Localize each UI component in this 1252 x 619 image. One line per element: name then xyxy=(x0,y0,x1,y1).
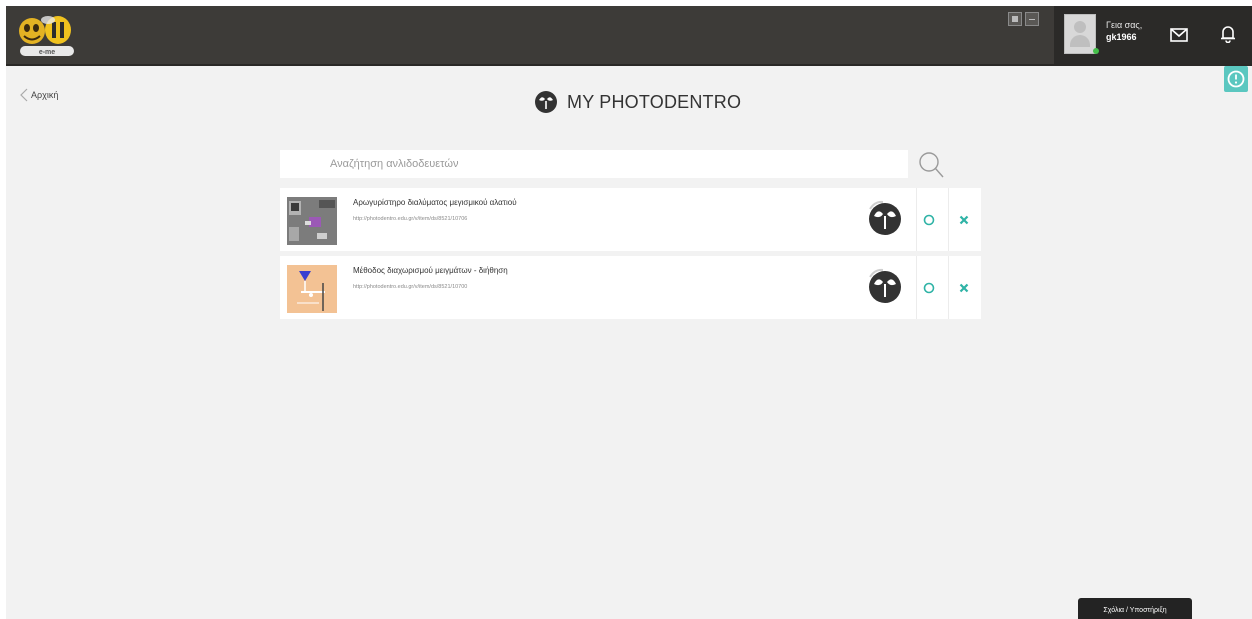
divider xyxy=(916,188,917,251)
photodentro-badge-icon xyxy=(869,268,901,303)
svg-text:e-me: e-me xyxy=(39,49,55,56)
eme-logo-icon[interactable]: e-me xyxy=(16,12,78,58)
avatar[interactable] xyxy=(1064,14,1096,54)
item-thumbnail[interactable] xyxy=(287,265,337,313)
photodentro-logo-icon xyxy=(535,91,557,113)
mail-icon[interactable] xyxy=(1170,28,1188,42)
divider xyxy=(948,188,949,251)
photodentro-badge-icon xyxy=(869,200,901,235)
item-url[interactable]: http://photodentro.edu.gr/v/item/ds/8521… xyxy=(353,284,467,290)
user-name[interactable]: gk1966 xyxy=(1106,32,1137,42)
user-area: Γεια σας, gk1966 xyxy=(1054,6,1252,64)
search-icon[interactable] xyxy=(918,150,946,180)
item-title[interactable]: Μέθοδος διαχωρισμού μειγμάτων - διήθηση xyxy=(353,266,508,275)
view-icon[interactable] xyxy=(922,213,936,227)
layout-toggle-icon[interactable] xyxy=(1008,12,1022,26)
feedback-support-button[interactable]: Σχόλια / Υποστήριξη xyxy=(1078,598,1192,619)
list-item[interactable]: Μέθοδος διαχωρισμού μειγμάτων - διήθηση … xyxy=(280,256,981,319)
app-frame: e-me Γεια σας, gk1966 Αρχική MY PHOTODEN… xyxy=(6,6,1252,619)
minimize-icon[interactable] xyxy=(1025,12,1039,26)
top-bar: e-me Γεια σας, gk1966 xyxy=(6,6,1252,66)
page-header: MY PHOTODENTRO xyxy=(534,90,741,114)
close-icon[interactable] xyxy=(957,281,971,295)
item-title[interactable]: Αρωγυρίστηρο διαλύματος μεγισμικού αλατι… xyxy=(353,198,517,207)
page-title: MY PHOTODENTRO xyxy=(567,91,742,112)
back-label: Αρχική xyxy=(31,90,59,100)
chevron-left-icon xyxy=(20,88,28,102)
bell-icon[interactable] xyxy=(1220,25,1236,43)
user-greeting: Γεια σας, xyxy=(1106,20,1143,30)
divider xyxy=(948,256,949,319)
list-item[interactable]: Αρωγυρίστηρο διαλύματος μεγισμικού αλατι… xyxy=(280,188,981,251)
resource-list: Αρωγυρίστηρο διαλύματος μεγισμικού αλατι… xyxy=(280,188,981,324)
close-icon[interactable] xyxy=(957,213,971,227)
back-link[interactable]: Αρχική xyxy=(20,88,58,102)
item-url[interactable]: http://photodentro.edu.gr/v/item/ds/8521… xyxy=(353,216,467,222)
item-thumbnail[interactable] xyxy=(287,197,337,245)
help-info-icon[interactable] xyxy=(1224,66,1248,92)
window-controls xyxy=(1008,12,1039,26)
online-status-dot xyxy=(1093,48,1099,54)
search-input[interactable] xyxy=(280,150,908,178)
divider xyxy=(916,256,917,319)
view-icon[interactable] xyxy=(922,281,936,295)
